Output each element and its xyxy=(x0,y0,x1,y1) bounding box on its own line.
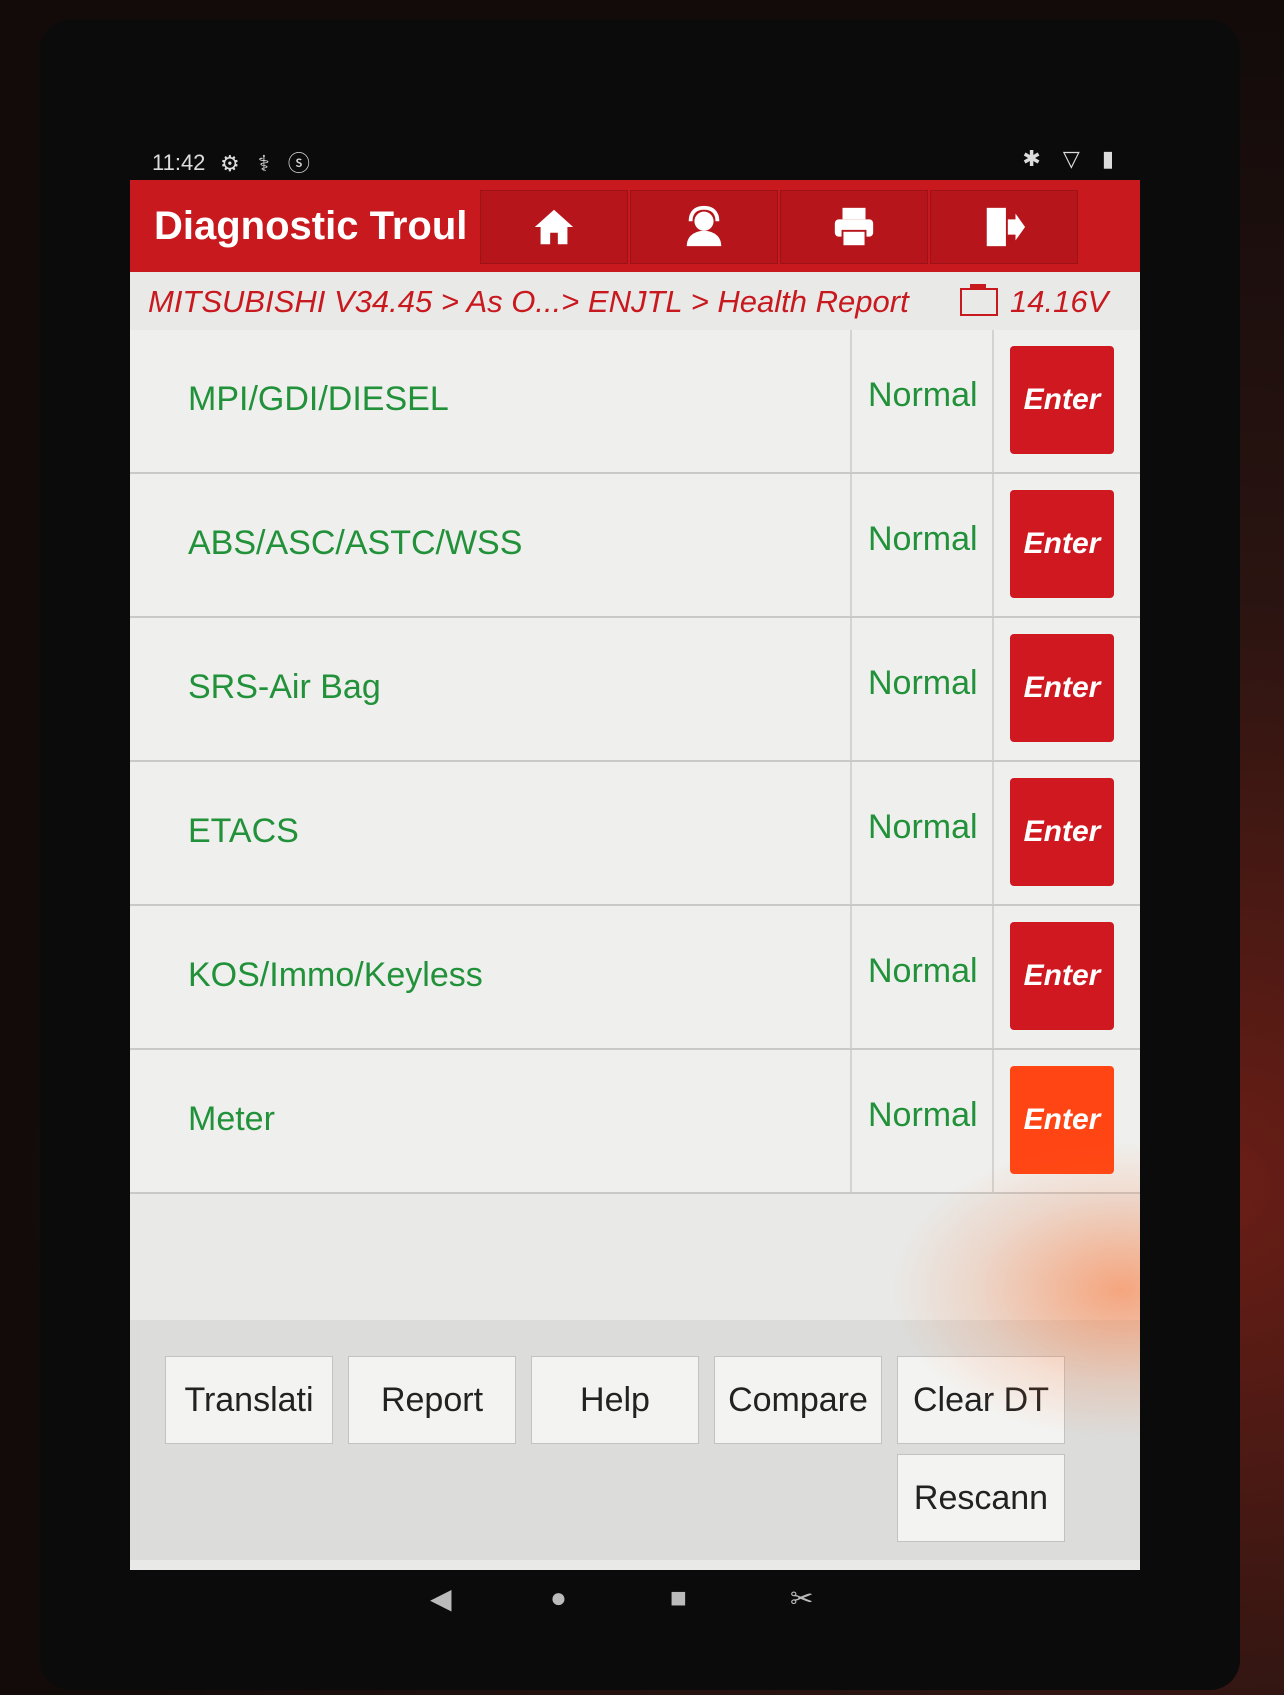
enter-button[interactable]: Enter xyxy=(1010,346,1114,454)
list-item: Meter Normal Enter xyxy=(130,1050,1140,1194)
list-item: KOS/Immo/Keyless Normal Enter xyxy=(130,906,1140,1050)
app-bar: Diagnostic Troul xyxy=(130,180,1140,272)
status-bar: 11:42 ⚙ ⚕ ⓢ ✱ ▽ ▮ xyxy=(130,140,1140,180)
system-name: ABS/ASC/ASTC/WSS xyxy=(188,524,523,562)
battery-icon xyxy=(960,284,998,316)
screenshot-icon[interactable]: ✂ xyxy=(790,1582,813,1615)
recents-icon[interactable]: ■ xyxy=(670,1582,687,1614)
page-title: Diagnostic Troul xyxy=(154,204,468,248)
status-text: Normal xyxy=(868,520,978,558)
status-time: 11:42 xyxy=(152,150,206,175)
home-nav-icon[interactable]: ● xyxy=(550,1582,567,1614)
list-item: ETACS Normal Enter xyxy=(130,762,1140,906)
print-button[interactable] xyxy=(780,190,928,264)
rescan-button[interactable]: Rescann xyxy=(897,1454,1065,1542)
support-agent-icon xyxy=(686,205,722,247)
status-text: Normal xyxy=(868,952,978,990)
enter-button[interactable]: Enter xyxy=(1010,1066,1114,1174)
action-bar: Translati Report Help Compare Clear DT R… xyxy=(130,1320,1140,1560)
tablet-screen: 11:42 ⚙ ⚕ ⓢ ✱ ▽ ▮ Diagnostic Troul MITSU… xyxy=(130,140,1140,1630)
system-name: Meter xyxy=(188,1100,275,1138)
home-button[interactable] xyxy=(480,190,628,264)
clear-dtc-button[interactable]: Clear DT xyxy=(897,1356,1065,1444)
list-item: MPI/GDI/DIESEL Normal Enter xyxy=(130,330,1140,474)
system-list: MPI/GDI/DIESEL Normal Enter ABS/ASC/ASTC… xyxy=(130,330,1140,1194)
enter-button[interactable]: Enter xyxy=(1010,778,1114,886)
status-text: Normal xyxy=(868,376,978,414)
status-text: Normal xyxy=(868,808,978,846)
enter-button[interactable]: Enter xyxy=(1010,634,1114,742)
system-name: SRS-Air Bag xyxy=(188,668,381,706)
system-name: ETACS xyxy=(188,812,299,850)
exit-icon xyxy=(986,207,1026,247)
print-icon xyxy=(834,207,874,248)
translate-button[interactable]: Translati xyxy=(165,1356,333,1444)
breadcrumb-bar: MITSUBISHI V34.45 > As O...> ENJTL > Hea… xyxy=(130,272,1140,330)
list-item: SRS-Air Bag Normal Enter xyxy=(130,618,1140,762)
back-icon[interactable]: ◀ xyxy=(430,1582,452,1615)
system-nav-bar: ◀ ● ■ ✂ xyxy=(130,1570,1140,1630)
breadcrumb: MITSUBISHI V34.45 > As O...> ENJTL > Hea… xyxy=(148,284,909,319)
home-icon xyxy=(534,209,574,245)
compare-button[interactable]: Compare xyxy=(714,1356,882,1444)
report-button[interactable]: Report xyxy=(348,1356,516,1444)
exit-button[interactable] xyxy=(930,190,1078,264)
status-right-icons: ✱ ▽ ▮ xyxy=(1022,146,1122,171)
enter-button[interactable]: Enter xyxy=(1010,490,1114,598)
list-item: ABS/ASC/ASTC/WSS Normal Enter xyxy=(130,474,1140,618)
status-text: Normal xyxy=(868,664,978,702)
status-left-icons: ⚙ ⚕ ⓢ xyxy=(220,151,316,176)
status-text: Normal xyxy=(868,1096,978,1134)
system-name: KOS/Immo/Keyless xyxy=(188,956,483,994)
voltage-readout: 14.16V xyxy=(1010,284,1109,319)
system-name: MPI/GDI/DIESEL xyxy=(188,380,449,418)
help-button[interactable]: Help xyxy=(531,1356,699,1444)
support-button[interactable] xyxy=(630,190,778,264)
enter-button[interactable]: Enter xyxy=(1010,922,1114,1030)
